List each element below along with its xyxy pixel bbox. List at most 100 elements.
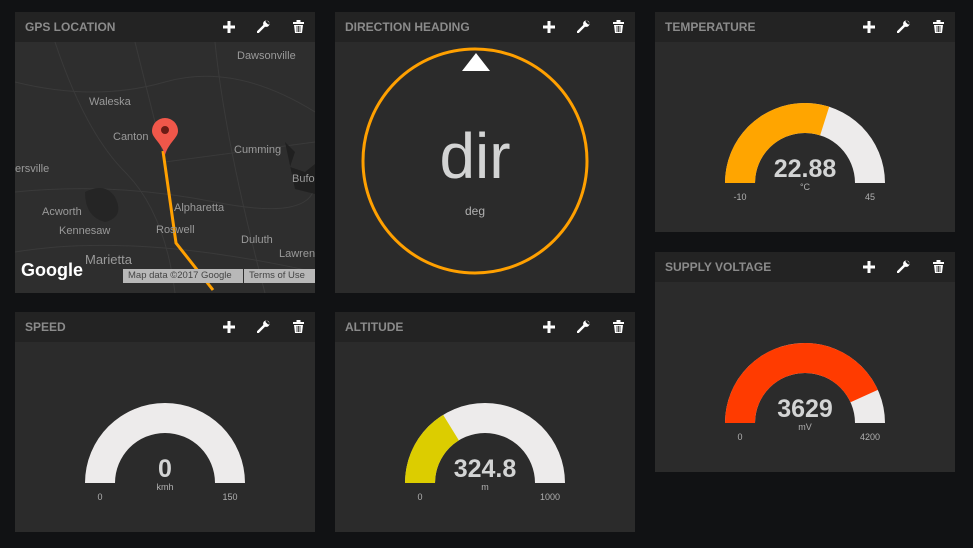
panel-title: ALTITUDE xyxy=(345,320,404,334)
delete-button[interactable] xyxy=(290,18,307,35)
gauge-max: 150 xyxy=(222,492,238,502)
trash-icon xyxy=(293,20,304,33)
map-place: Cumming xyxy=(234,144,282,156)
map-place: Bufo xyxy=(292,173,315,185)
gauge-unit: kmh xyxy=(156,482,174,492)
gauge-arc xyxy=(725,102,885,183)
wrench-icon xyxy=(897,260,910,273)
trash-icon xyxy=(613,20,624,33)
panel-header: TEMPERATURE xyxy=(655,12,955,42)
gauge: 0 kmh 0 150 xyxy=(15,342,315,532)
add-button[interactable] xyxy=(540,318,557,335)
panel-title: TEMPERATURE xyxy=(665,20,756,34)
panel-title: SUPPLY VOLTAGE xyxy=(665,260,772,274)
map-place: Kennesaw xyxy=(59,225,111,237)
map-roads xyxy=(15,42,315,293)
map-place: Duluth xyxy=(241,234,273,246)
settings-button[interactable] xyxy=(895,258,912,275)
altitude-panel: ALTITUDE 324.8 m 0 1000 xyxy=(335,312,635,532)
map-place: Waleska xyxy=(89,96,131,108)
gauge-unit: m xyxy=(481,482,489,492)
direction-heading-panel: DIRECTION HEADING dir deg xyxy=(335,12,635,293)
map-place: Alpharetta xyxy=(174,202,225,214)
gauge-min: 0 xyxy=(97,492,103,502)
gauge: 3629 mV 0 4200 xyxy=(655,282,955,472)
delete-button[interactable] xyxy=(930,18,947,35)
google-logo: Google xyxy=(21,260,83,280)
panel-header: DIRECTION HEADING xyxy=(335,12,635,42)
add-button[interactable] xyxy=(860,18,877,35)
gauge-unit: °C xyxy=(799,182,811,192)
panel-tools xyxy=(220,318,307,335)
gauge-arc xyxy=(85,403,245,483)
panel-title: SPEED xyxy=(25,320,66,334)
supply-voltage-panel: SUPPLY VOLTAGE 3629 mV 0 4200 xyxy=(655,252,955,472)
terms-of-use-link[interactable]: Terms of Use xyxy=(244,269,315,283)
gps-location-panel: GPS LOCATION Dawsonville Waleska Canton … xyxy=(15,12,315,293)
panel-header: SPEED xyxy=(15,312,315,342)
trash-icon xyxy=(613,320,624,333)
trash-icon xyxy=(933,260,944,273)
gauge: 324.8 m 0 1000 xyxy=(335,342,635,532)
gauge-max: 1000 xyxy=(539,492,561,502)
gauge-value: 3629 xyxy=(777,395,833,423)
panel-header: ALTITUDE xyxy=(335,312,635,342)
map[interactable]: Dawsonville Waleska Canton Cumming ersvi… xyxy=(15,42,315,293)
settings-button[interactable] xyxy=(255,318,272,335)
settings-button[interactable] xyxy=(575,18,592,35)
gauge-min: 0 xyxy=(417,492,423,502)
plus-icon xyxy=(222,20,235,33)
trash-icon xyxy=(293,320,304,333)
panel-header: SUPPLY VOLTAGE xyxy=(655,252,955,282)
gauge-value: 0 xyxy=(158,455,172,483)
gauge-unit: mV xyxy=(798,422,812,432)
delete-button[interactable] xyxy=(610,318,627,335)
plus-icon xyxy=(862,260,875,273)
map-place: Marietta xyxy=(85,252,132,267)
gauge-value: 324.8 xyxy=(453,455,517,483)
direction-value: dir xyxy=(439,120,511,192)
wrench-icon xyxy=(577,320,590,333)
panel-tools xyxy=(860,18,947,35)
add-button[interactable] xyxy=(540,18,557,35)
add-button[interactable] xyxy=(860,258,877,275)
gauge: 22.88 °C -10 45 xyxy=(655,42,955,232)
gauge-max: 45 xyxy=(864,192,875,202)
gauge-arc xyxy=(725,343,885,423)
plus-icon xyxy=(862,20,875,33)
wrench-icon xyxy=(257,20,270,33)
heading-arrow-icon xyxy=(462,53,490,71)
panel-title: GPS LOCATION xyxy=(25,20,116,34)
trash-icon xyxy=(933,20,944,33)
panel-title: DIRECTION HEADING xyxy=(345,20,470,34)
settings-button[interactable] xyxy=(575,318,592,335)
panel-tools xyxy=(220,18,307,35)
wrench-icon xyxy=(257,320,270,333)
add-button[interactable] xyxy=(220,318,237,335)
direction-unit: deg xyxy=(464,204,486,218)
map-place: Lawren xyxy=(279,248,315,260)
panel-tools xyxy=(540,18,627,35)
panel-tools xyxy=(860,258,947,275)
gauge-value: 22.88 xyxy=(773,155,837,183)
panel-tools xyxy=(540,318,627,335)
map-place: ersville xyxy=(15,163,50,175)
settings-button[interactable] xyxy=(255,18,272,35)
plus-icon xyxy=(542,20,555,33)
gauge-max: 4200 xyxy=(859,432,881,442)
wrench-icon xyxy=(577,20,590,33)
delete-button[interactable] xyxy=(610,18,627,35)
add-button[interactable] xyxy=(220,18,237,35)
map-place: Acworth xyxy=(42,206,82,218)
map-place: Canton xyxy=(113,131,149,143)
plus-icon xyxy=(222,320,235,333)
delete-button[interactable] xyxy=(930,258,947,275)
speed-panel: SPEED 0 kmh 0 150 xyxy=(15,312,315,532)
map-marker-icon xyxy=(152,118,178,155)
delete-button[interactable] xyxy=(290,318,307,335)
wrench-icon xyxy=(897,20,910,33)
map-place: Roswell xyxy=(156,224,195,236)
gauge-arc xyxy=(405,403,565,483)
settings-button[interactable] xyxy=(895,18,912,35)
temperature-panel: TEMPERATURE 22.88 °C -10 45 xyxy=(655,12,955,232)
